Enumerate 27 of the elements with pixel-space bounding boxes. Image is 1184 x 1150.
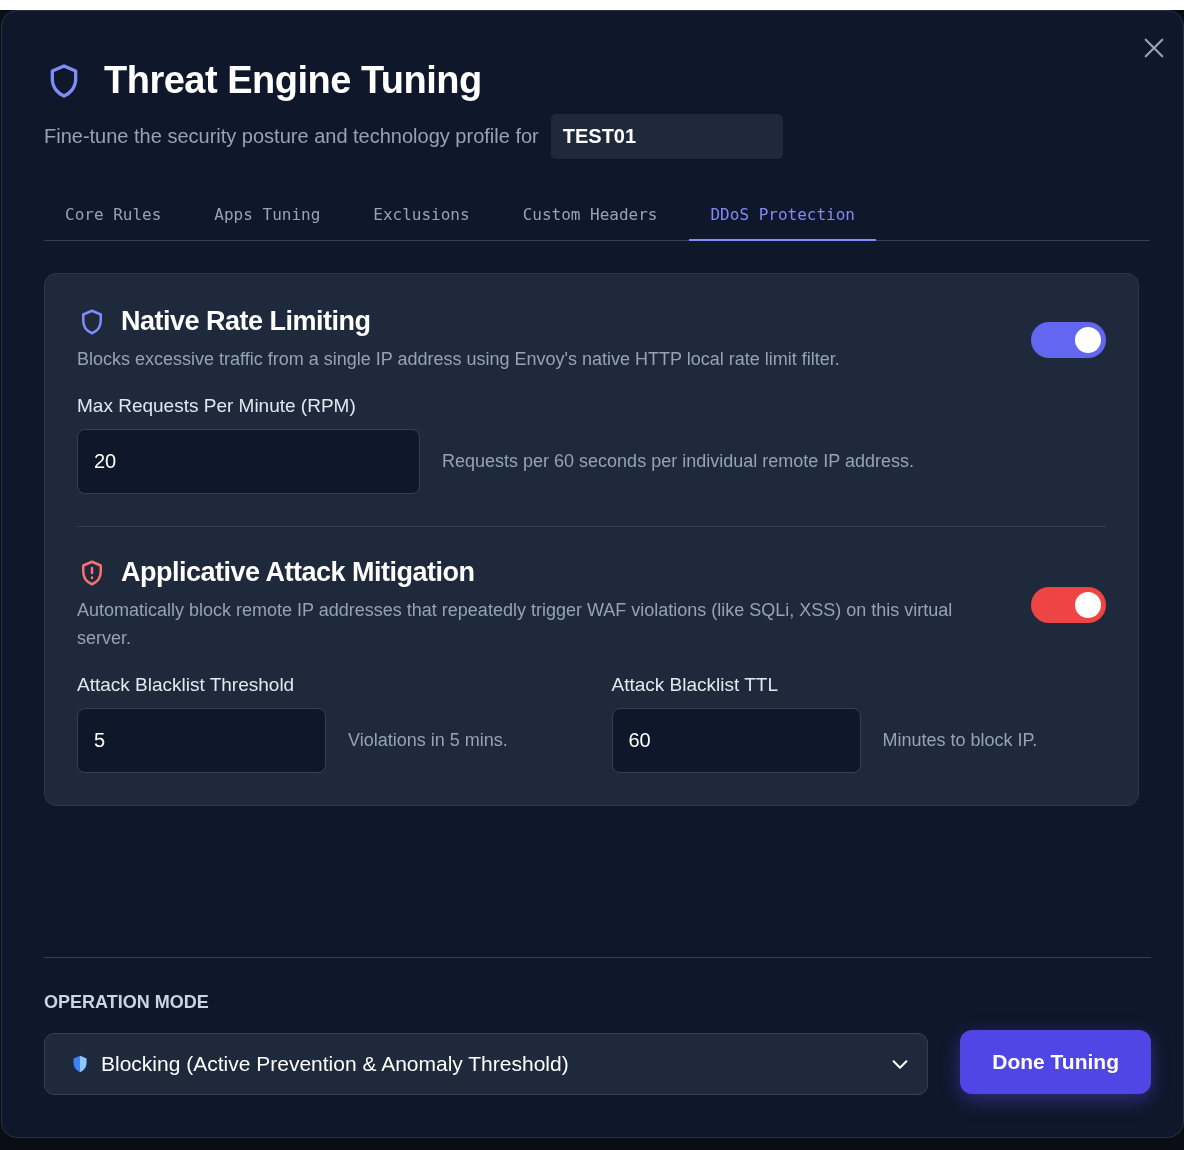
tab[interactable]: DDoS Protection [689,191,876,241]
done-button[interactable]: Done Tuning [960,1029,1151,1094]
section-title: Native Rate Limiting [121,306,371,337]
input-field[interactable]: 60 [611,708,861,773]
toggle-switch[interactable] [1031,321,1106,358]
mode-dropdown[interactable]: Blocking (Active Prevention & Anomaly Threshold) [44,1033,929,1095]
close-icon[interactable] [1143,37,1165,59]
section-description: Automatically block remote IP addresses that repeatedly trigger WAF violations (like SQLi, XSS) on this virtual server. [77,599,954,650]
section-label: OPERATION MODE [44,992,210,1013]
tab[interactable]: Custom Headers [501,191,679,241]
tab[interactable]: Exclusions [352,191,491,241]
section-title: Applicative Attack Mitigation [121,557,475,588]
field-label: Max Requests Per Minute (RPM) [77,395,357,417]
field-hint: Violations in 5 mins. [348,730,508,751]
tab[interactable]: Apps Tuning [193,191,342,241]
input-field[interactable]: 20 [77,429,420,494]
input-field[interactable]: 5 [77,708,326,773]
tab[interactable]: Core Rules [44,191,183,241]
field-label: Attack Blacklist Threshold [77,674,296,696]
target-name: TEST01 [550,114,783,159]
section-description: Blocks excessive traffic from a single IP address using Envoy's native HTTP local rate limit filter. [77,348,840,371]
subtitle: Fine-tune the security posture and technology profile for [44,125,539,148]
field-hint: Requests per 60 seconds per individual remote IP address. [442,451,914,472]
dialog-title: Threat Engine Tuning [104,59,482,102]
field-hint: Minutes to block IP. [882,730,1038,751]
field-label: Attack Blacklist TTL [611,674,779,696]
toggle-switch[interactable] [1031,586,1106,623]
